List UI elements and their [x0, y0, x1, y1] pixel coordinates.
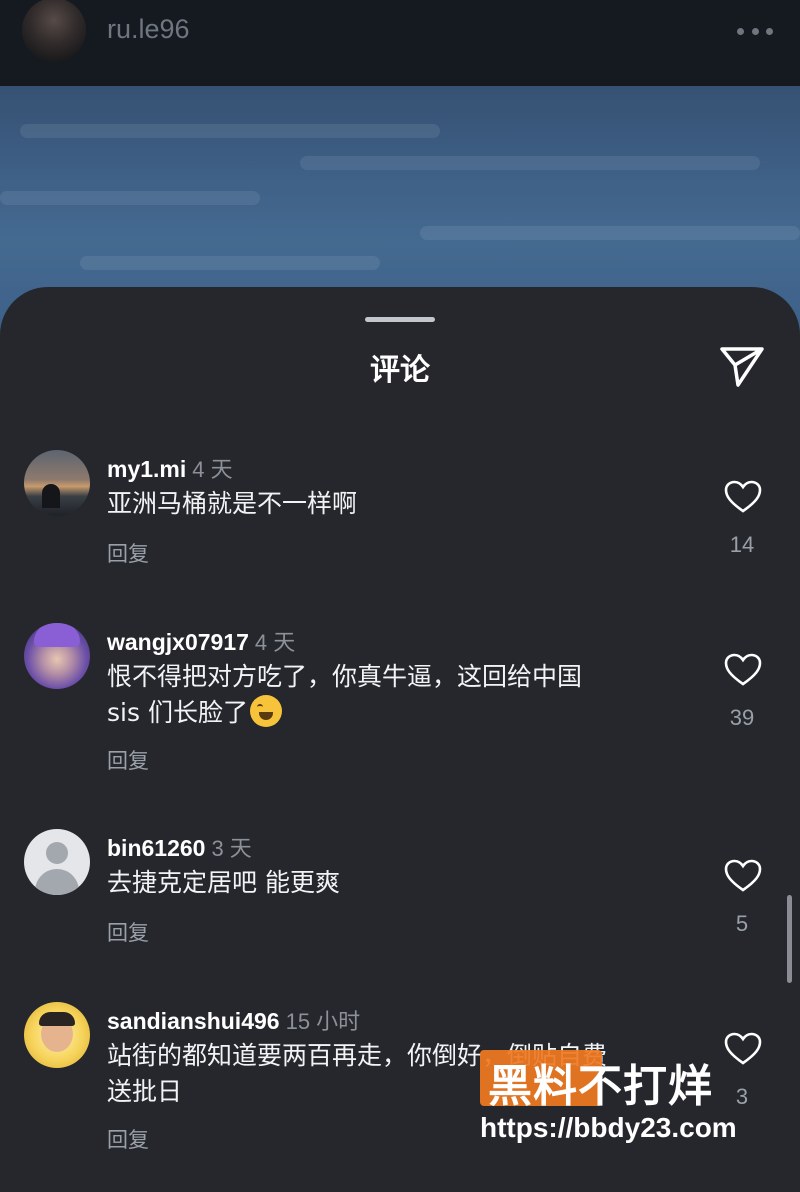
like-count: 14	[729, 532, 755, 557]
profile-username[interactable]: ru.le96	[107, 14, 190, 45]
comment-item: wangjx07917 4 天 恨不得把对方吃了，你真牛逼，这回给中国 sis 们…	[0, 623, 800, 793]
send-icon[interactable]	[718, 343, 766, 389]
comment-time: 3 天	[211, 836, 252, 861]
scrollbar[interactable]	[787, 895, 792, 983]
like-count: 5	[735, 911, 749, 936]
comment-username[interactable]: sandianshui496 15 小时	[107, 1004, 360, 1036]
heart-icon[interactable]	[724, 653, 762, 687]
comment-item: bin61260 3 天 去捷克定居吧 能更爽 回复 5	[0, 829, 800, 999]
comment-username[interactable]: my1.mi 4 天	[107, 452, 233, 484]
comment-username[interactable]: bin61260 3 天	[107, 831, 252, 863]
comment-text: 恨不得把对方吃了，你真牛逼，这回给中国 sis 们长脸了	[107, 659, 667, 731]
username-text[interactable]: sandianshui496	[107, 1008, 280, 1034]
watermark-url: https://bbdy23.com	[480, 1112, 737, 1143]
rolling-laughing-emoji-icon	[249, 695, 282, 727]
watermark-text: 黑料不打烊	[488, 1061, 713, 1112]
comment-time: 15 小时	[285, 1009, 361, 1034]
username-text[interactable]: bin61260	[107, 835, 205, 861]
like-count: 39	[729, 705, 755, 730]
sheet-title: 评论	[370, 353, 430, 388]
comment-item: my1.mi 4 天 亚洲马桶就是不一样啊 回复 14	[0, 450, 800, 620]
drag-handle[interactable]	[365, 317, 435, 322]
comment-text: 去捷克定居吧 能更爽	[107, 868, 340, 897]
comment-time: 4 天	[192, 457, 233, 482]
more-horizontal-icon[interactable]	[737, 28, 773, 36]
comment-time: 4 天	[254, 630, 296, 655]
comment-text-line: 恨不得把对方吃了，你真牛逼，这回给中国	[107, 662, 583, 691]
reply-button[interactable]: 回复	[107, 745, 149, 775]
comment-username[interactable]: wangjx07917 4 天	[107, 625, 295, 657]
avatar[interactable]	[24, 1002, 90, 1068]
username-text[interactable]: wangjx07917	[107, 629, 249, 655]
username-text[interactable]: my1.mi	[107, 456, 186, 482]
profile-avatar[interactable]	[22, 0, 86, 62]
profile-header: ru.le96	[0, 0, 800, 86]
heart-icon[interactable]	[724, 1032, 762, 1066]
comment-text: 亚洲马桶就是不一样啊	[107, 489, 358, 518]
avatar[interactable]	[24, 450, 90, 516]
heart-icon[interactable]	[724, 480, 762, 514]
reply-button[interactable]: 回复	[107, 1124, 149, 1154]
default-avatar-icon[interactable]	[24, 829, 90, 895]
heart-icon[interactable]	[724, 859, 762, 893]
reply-button[interactable]: 回复	[107, 917, 149, 947]
reply-button[interactable]: 回复	[107, 538, 149, 568]
comment-text-line: sis 们长脸了	[107, 698, 248, 727]
avatar[interactable]	[24, 623, 90, 689]
like-count: 3	[735, 1084, 749, 1109]
